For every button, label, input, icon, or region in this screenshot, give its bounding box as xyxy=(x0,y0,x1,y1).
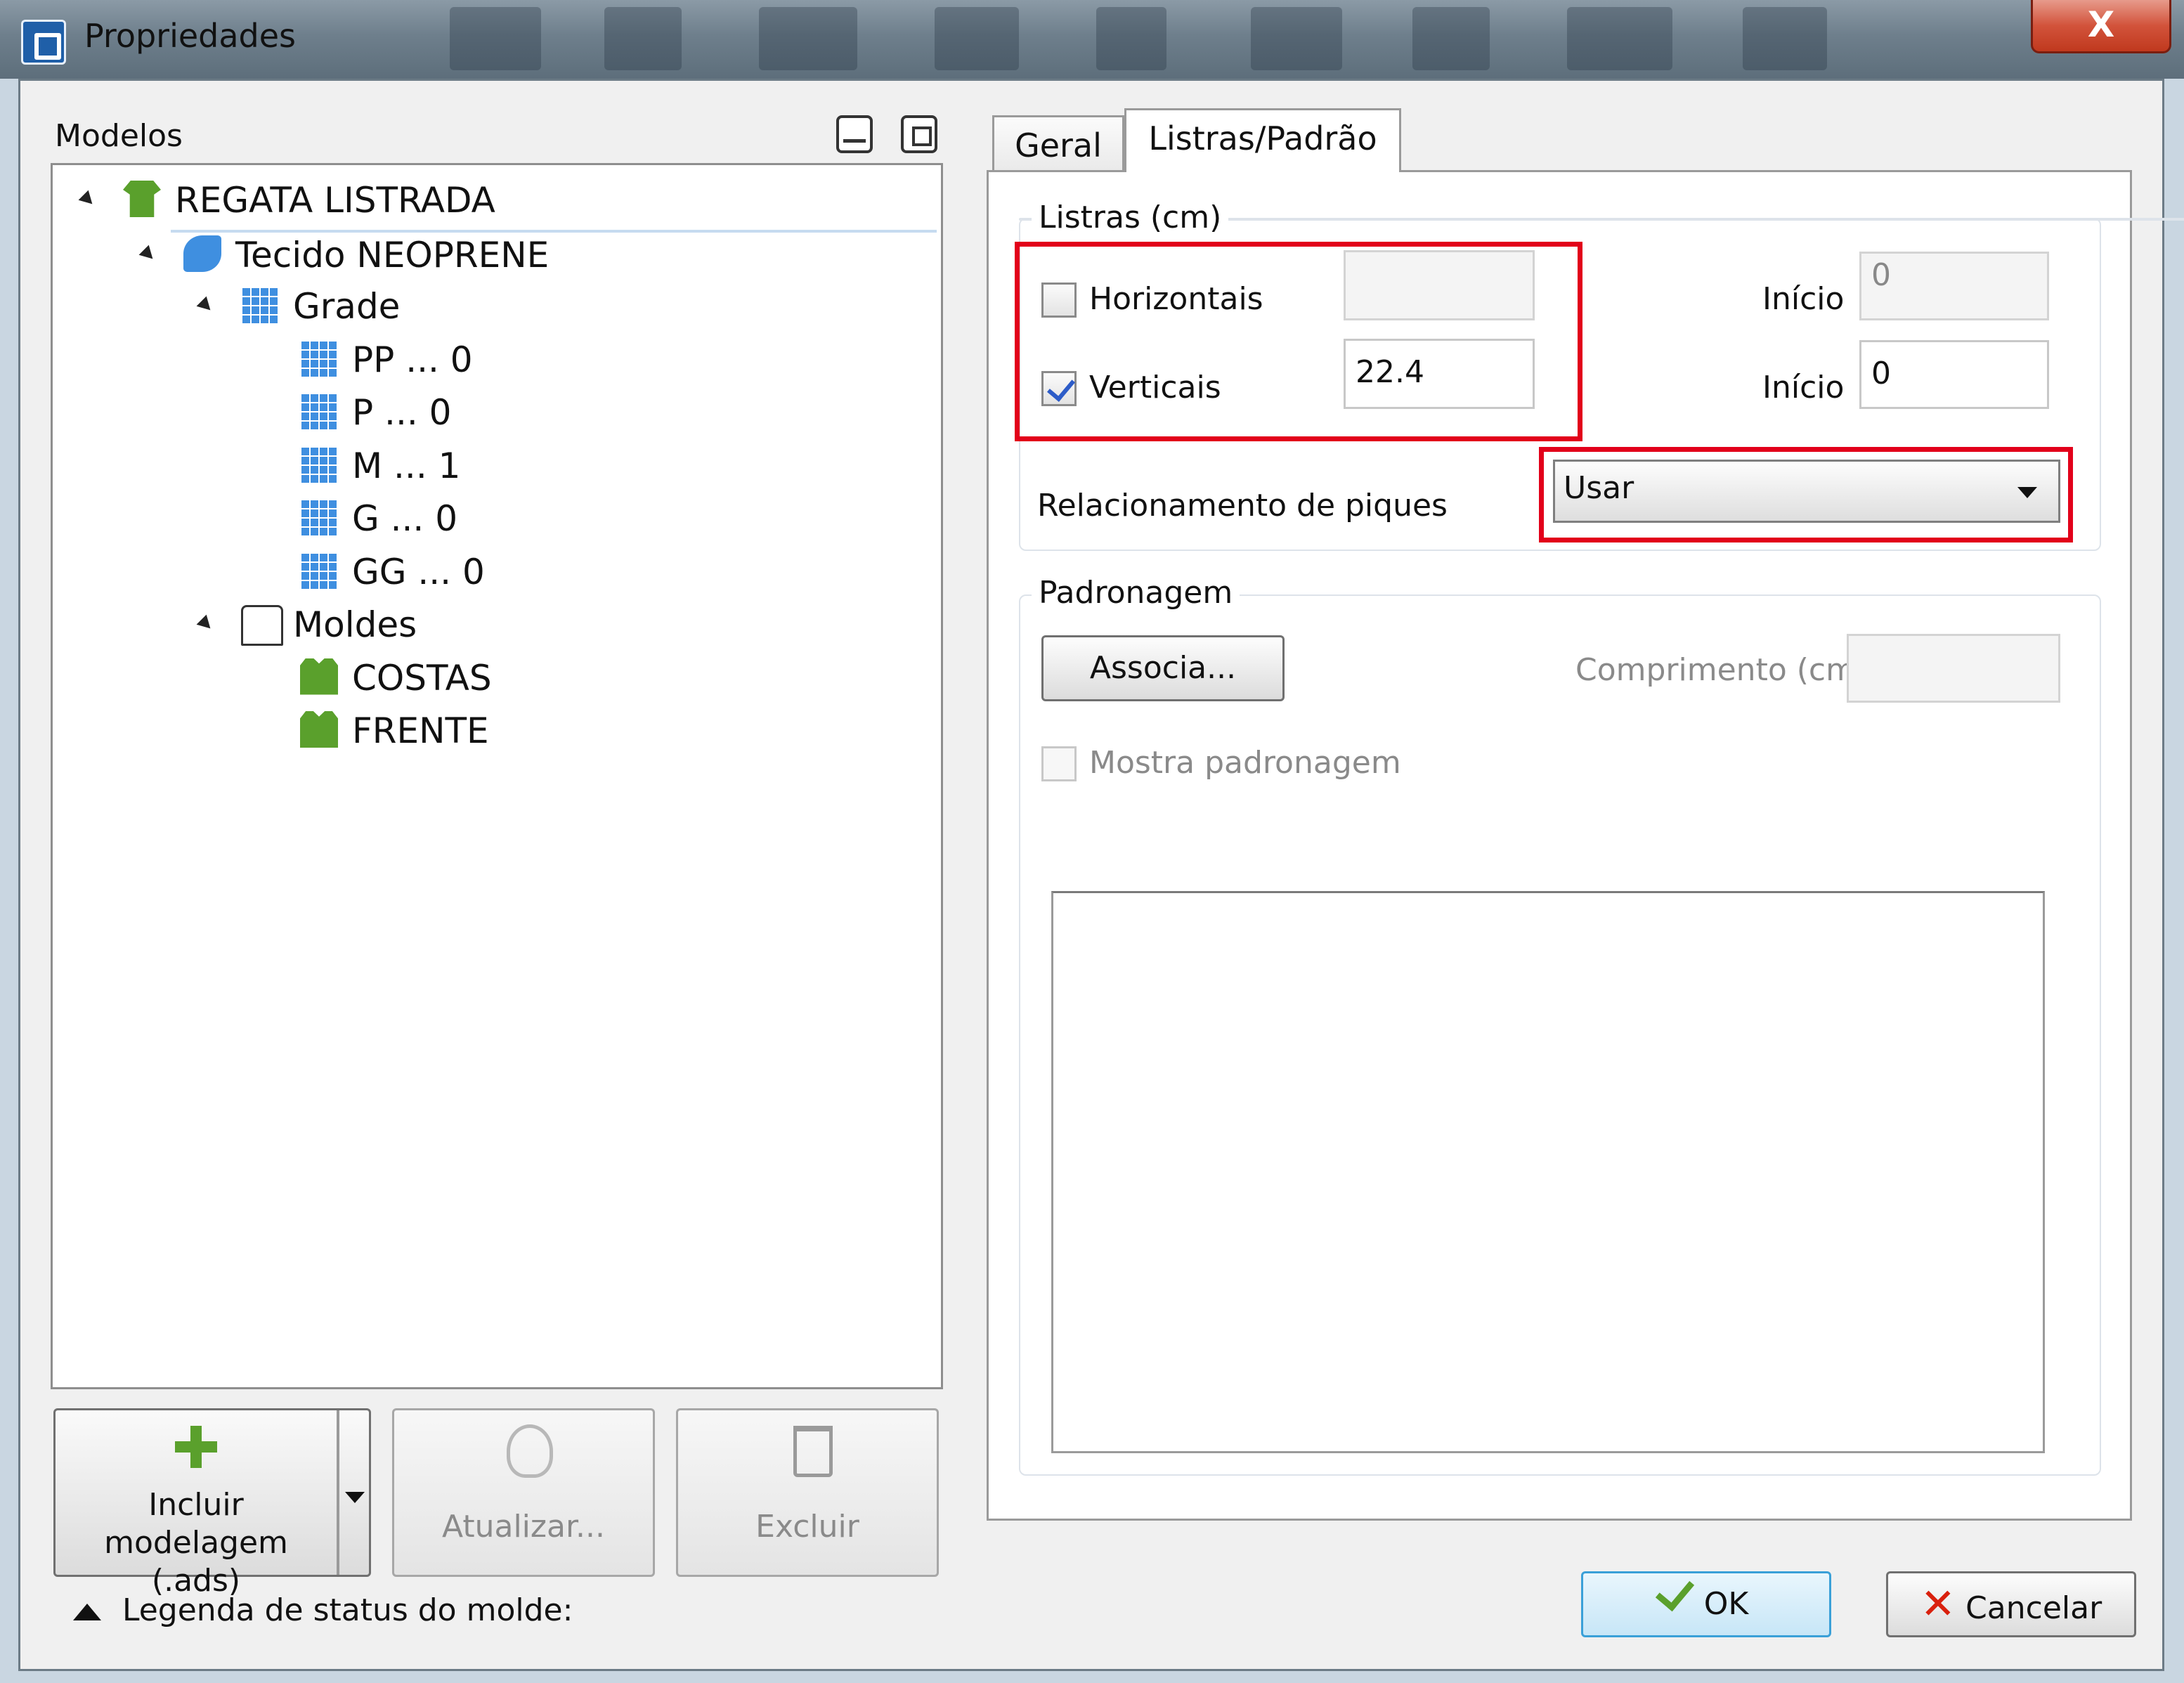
grid-icon xyxy=(241,287,279,323)
include-label-line1: Incluir modelagem xyxy=(104,1487,288,1561)
collapse-all-icon[interactable] xyxy=(836,115,873,153)
tree-node-label: COSTAS xyxy=(352,657,492,698)
tree-node-label: FRENTE xyxy=(352,710,489,751)
vertical-value-field[interactable]: 22.4 xyxy=(1344,339,1535,409)
expand-arrow-icon[interactable] xyxy=(138,245,158,264)
tree-node-label: Grade xyxy=(293,286,401,327)
ok-button[interactable]: OK xyxy=(1581,1571,1831,1637)
title-bar[interactable] xyxy=(0,0,2184,79)
tree-node-label: REGATA LISTRADA xyxy=(175,180,495,221)
expand-arrow-icon[interactable] xyxy=(78,190,98,209)
tree-node-label: PP ... 0 xyxy=(352,339,473,380)
tree-node-label: Tecido NEOPRENE xyxy=(235,234,550,275)
size-grid-icon xyxy=(300,339,338,377)
show-pattern-checkbox[interactable] xyxy=(1041,746,1077,781)
ok-label: OK xyxy=(1703,1586,1749,1622)
fabric-icon xyxy=(183,235,221,272)
legend-toggle-icon[interactable] xyxy=(73,1604,101,1620)
expand-arrow-icon[interactable] xyxy=(196,296,216,316)
horizontal-label: Horizontais xyxy=(1089,281,1263,317)
check-piece-icon xyxy=(300,658,338,695)
notch-relation-value: Usar xyxy=(1564,470,1634,506)
tree-node[interactable]: Tecido NEOPRENE xyxy=(138,229,937,275)
ok-check-icon xyxy=(1655,1571,1694,1612)
cancel-x-icon: ✕ xyxy=(1920,1580,1956,1629)
models-tree[interactable]: REGATA LISTRADA Tecido NEOPRENE Grade PP ..… xyxy=(51,163,943,1389)
checkmark-icon xyxy=(1047,372,1075,402)
tab-geral[interactable]: Geral xyxy=(992,115,1124,173)
close-icon[interactable]: X xyxy=(2088,4,2115,45)
cancel-label: Cancelar xyxy=(1965,1590,2102,1626)
delete-label: Excluir xyxy=(755,1509,859,1545)
pattern-icon xyxy=(241,605,283,646)
length-label: Comprimento (cm) xyxy=(1575,652,1868,688)
show-pattern-label: Mostra padronagem xyxy=(1089,745,1401,781)
vertical-start-field[interactable]: 0 xyxy=(1859,340,2049,409)
chevron-down-icon xyxy=(2017,487,2037,498)
expand-all-icon[interactable] xyxy=(901,115,937,153)
stripes-group-title: Listras (cm) xyxy=(1032,200,1229,235)
tree-node-label: M ... 1 xyxy=(352,445,461,486)
models-label: Modelos xyxy=(55,118,183,154)
cancel-button[interactable]: ✕ Cancelar xyxy=(1886,1571,2136,1637)
pattern-preview xyxy=(1051,891,2045,1453)
horizontal-start-label: Início xyxy=(1762,281,1845,317)
pattern-group-title: Padronagem xyxy=(1032,575,1240,611)
trash-icon xyxy=(793,1426,833,1477)
shirt-icon xyxy=(123,181,161,217)
tree-node-label: P ... 0 xyxy=(352,392,452,433)
notch-relation-label: Relacionamento de piques xyxy=(1037,488,1448,524)
window-border-left xyxy=(0,79,18,1683)
tab-geral-label: Geral xyxy=(1015,126,1102,164)
window-title: Propriedades xyxy=(84,17,297,55)
window-border-right xyxy=(2164,79,2184,1683)
check-piece-icon xyxy=(300,711,338,748)
notch-relation-select[interactable]: Usar xyxy=(1553,460,2060,523)
horizontal-value-field[interactable] xyxy=(1344,250,1535,320)
update-label: Atualizar... xyxy=(442,1509,605,1545)
tree-node-label: GG ... 0 xyxy=(352,551,485,592)
refresh-piece-icon xyxy=(507,1424,553,1478)
size-grid-icon xyxy=(300,552,338,589)
legend-label[interactable]: Legenda de status do molde: xyxy=(122,1592,573,1628)
tab-listras-padrao[interactable]: Listras/Padrão xyxy=(1124,108,1401,173)
plus-icon xyxy=(175,1426,217,1468)
delete-button[interactable]: Excluir xyxy=(676,1408,939,1577)
window-border-bottom xyxy=(0,1671,2184,1683)
include-modeling-button[interactable]: Incluir modelagem (.ads) xyxy=(53,1408,371,1599)
length-field[interactable] xyxy=(1847,634,2060,703)
size-grid-icon xyxy=(300,499,338,535)
vertical-checkbox[interactable] xyxy=(1041,371,1077,406)
tab-listras-label: Listras/Padrão xyxy=(1148,119,1377,157)
horizontal-checkbox[interactable] xyxy=(1041,282,1077,318)
vertical-label: Verticais xyxy=(1089,370,1221,405)
vertical-start-label: Início xyxy=(1762,370,1845,405)
close-button[interactable]: X xyxy=(2031,0,2171,53)
dropdown-arrow-icon[interactable] xyxy=(345,1492,365,1503)
horizontal-start-field[interactable]: 0 xyxy=(1859,252,2049,320)
update-button[interactable]: Atualizar... xyxy=(392,1408,655,1577)
app-icon xyxy=(21,20,66,65)
size-grid-icon xyxy=(300,446,338,483)
associate-button[interactable]: Associa... xyxy=(1041,635,1285,701)
tree-node-label: Moldes xyxy=(293,604,417,645)
tree-node-label: G ... 0 xyxy=(352,498,458,539)
size-grid-icon xyxy=(300,393,338,429)
expand-arrow-icon[interactable] xyxy=(196,614,216,634)
